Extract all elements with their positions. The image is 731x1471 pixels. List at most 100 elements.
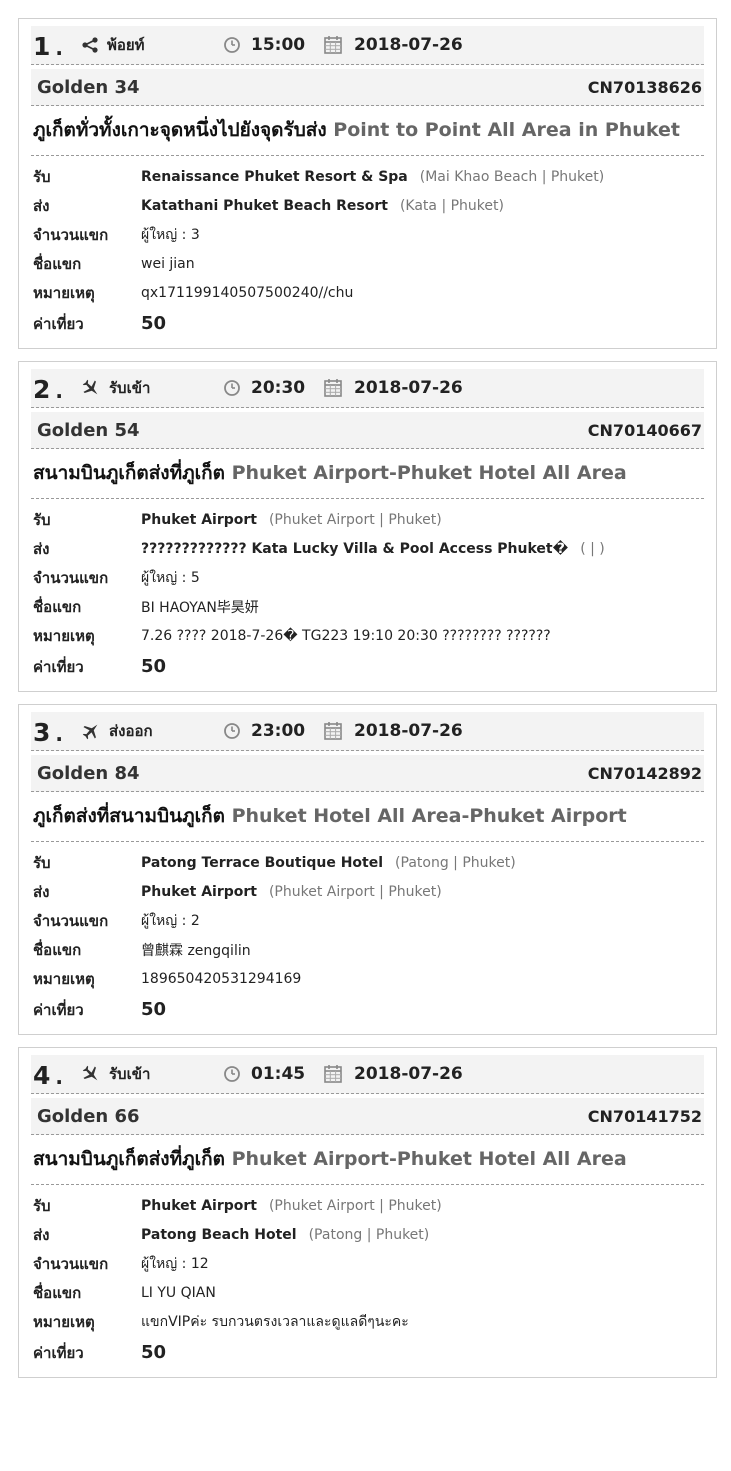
job-time-value: 15:00 xyxy=(251,35,306,55)
job-details: รับ Renaissance Phuket Resort & Spa (Mai … xyxy=(31,156,704,340)
note-value: qx171199140507500240//chu xyxy=(141,284,354,301)
pickup-location: (Mai Khao Beach | Phuket) xyxy=(419,168,605,185)
job-card[interactable]: 3. ส่งออก 23:00 2018-07-26 Golden 84 CN7… xyxy=(18,704,717,1035)
route-title-en: Point to Point All Area in Phuket xyxy=(333,119,680,141)
guests-row: จำนวนแขก ผู้ใหญ่ : 12 xyxy=(31,1249,704,1278)
guest-name-label: ชื่อแขก xyxy=(33,1283,82,1302)
job-number: 3. xyxy=(33,718,65,747)
dropoff-location: (Patong | Phuket) xyxy=(308,1226,430,1243)
dropoff-row: ส่ง Patong Beach Hotel (Patong | Phuket) xyxy=(31,1220,704,1249)
job-date: 2018-07-26 xyxy=(323,721,463,741)
job-type-label: รับเข้า xyxy=(109,379,151,397)
job-type: พ้อยท์ xyxy=(81,33,223,57)
note-value: แขกVIPค่ะ รบกวนตรงเวลาและดูแลดีๆนะคะ xyxy=(141,1313,409,1330)
pickup-row: รับ Phuket Airport (Phuket Airport | Phuk… xyxy=(31,505,704,534)
guest-name-label: ชื่อแขก xyxy=(33,254,82,273)
job-date-value: 2018-07-26 xyxy=(354,378,463,398)
dropoff-row: ส่ง Phuket Airport (Phuket Airport | Phuk… xyxy=(31,877,704,906)
guest-name-label: ชื่อแขก xyxy=(33,940,82,959)
pickup-row: รับ Patong Terrace Boutique Hotel (Patong… xyxy=(31,848,704,877)
guests-value: ผู้ใหญ่ : 12 xyxy=(141,1255,209,1272)
guest-name-label: ชื่อแขก xyxy=(33,597,82,616)
job-time-value: 23:00 xyxy=(251,721,306,741)
job-type: ส่งออก xyxy=(81,719,223,743)
guest-name-row: ชื่อแขก BI HAOYAN毕昊妍 xyxy=(31,592,704,621)
dropoff-name: Phuket Airport xyxy=(141,883,257,900)
job-card[interactable]: 1. พ้อยท์ 15:00 2018-07-26 Golden 34 CN7… xyxy=(18,18,717,349)
job-type-label: พ้อยท์ xyxy=(107,36,145,54)
guest-name-value: wei jian xyxy=(141,255,195,272)
guest-name-value: BI HAOYAN毕昊妍 xyxy=(141,599,259,616)
vehicle-bar: Golden 34 CN70138626 xyxy=(31,69,704,106)
clock-icon xyxy=(224,380,240,396)
vehicle-name: Golden 66 xyxy=(37,1105,140,1127)
booking-code[interactable]: CN70142892 xyxy=(588,764,702,783)
job-card[interactable]: 2. รับเข้า 20:30 2018-07-26 Golden 54 CN… xyxy=(18,361,717,692)
calendar-icon xyxy=(324,36,342,54)
job-details: รับ Patong Terrace Boutique Hotel (Patong… xyxy=(31,842,704,1026)
job-time: 20:30 xyxy=(223,378,323,398)
dropoff-label: ส่ง xyxy=(33,1225,50,1244)
fare-label: ค่าเที่ยว xyxy=(33,1343,84,1362)
dropoff-location: (Phuket Airport | Phuket) xyxy=(268,883,442,900)
note-label: หมายเหตุ xyxy=(33,1312,95,1331)
vehicle-name: Golden 34 xyxy=(37,76,140,98)
job-number: 4. xyxy=(33,1061,65,1090)
pickup-label: รับ xyxy=(33,1196,51,1215)
job-number: 2. xyxy=(33,375,65,404)
job-date-value: 2018-07-26 xyxy=(354,35,463,55)
route-title-en: Phuket Hotel All Area-Phuket Airport xyxy=(231,805,627,827)
note-label: หมายเหตุ xyxy=(33,626,95,645)
job-date: 2018-07-26 xyxy=(323,35,463,55)
fare-label: ค่าเที่ยว xyxy=(33,657,84,676)
job-time-value: 20:30 xyxy=(251,378,306,398)
route-title: ภูเก็ตทั่วทั้งเกาะจุดหนึ่งไปยังจุดรับส่ง… xyxy=(31,106,704,156)
note-label: หมายเหตุ xyxy=(33,969,95,988)
vehicle-name: Golden 84 xyxy=(37,762,140,784)
booking-code[interactable]: CN70141752 xyxy=(588,1107,702,1126)
job-date: 2018-07-26 xyxy=(323,378,463,398)
note-value: 189650420531294169 xyxy=(141,970,302,987)
guest-name-row: ชื่อแขก wei jian xyxy=(31,249,704,278)
vehicle-bar: Golden 84 CN70142892 xyxy=(31,755,704,792)
booking-code[interactable]: CN70140667 xyxy=(588,421,702,440)
route-title-th: ภูเก็ตทั่วทั้งเกาะจุดหนึ่งไปยังจุดรับส่ง xyxy=(33,119,327,141)
guests-label: จำนวนแขก xyxy=(33,911,109,930)
fare-row: ค่าเที่ยว 50 xyxy=(31,993,704,1026)
job-card[interactable]: 4. รับเข้า 01:45 2018-07-26 Golden 66 CN… xyxy=(18,1047,717,1378)
note-label: หมายเหตุ xyxy=(33,283,95,302)
clock-icon xyxy=(224,723,240,739)
dropoff-name: ????????????? Kata Lucky Villa & Pool Ac… xyxy=(141,540,569,557)
job-header: 1. พ้อยท์ 15:00 2018-07-26 xyxy=(31,26,704,65)
pickup-row: รับ Phuket Airport (Phuket Airport | Phuk… xyxy=(31,1191,704,1220)
route-title-en: Phuket Airport-Phuket Hotel All Area xyxy=(231,462,627,484)
clock-icon xyxy=(224,1066,240,1082)
job-header: 3. ส่งออก 23:00 2018-07-26 xyxy=(31,712,704,751)
guests-row: จำนวนแขก ผู้ใหญ่ : 5 xyxy=(31,563,704,592)
job-type: รับเข้า xyxy=(81,376,223,400)
calendar-icon xyxy=(324,722,342,740)
guests-row: จำนวนแขก ผู้ใหญ่ : 3 xyxy=(31,220,704,249)
route-title-th: สนามบินภูเก็ตส่งที่ภูเก็ต xyxy=(33,462,225,484)
guest-name-row: ชื่อแขก LI YU QIAN xyxy=(31,1278,704,1307)
job-type: รับเข้า xyxy=(81,1062,223,1086)
job-type-label: ส่งออก xyxy=(109,722,153,740)
calendar-icon xyxy=(324,379,342,397)
guest-name-row: ชื่อแขก 曾麒霖 zengqilin xyxy=(31,935,704,964)
job-number: 1. xyxy=(33,32,65,61)
job-list: 1. พ้อยท์ 15:00 2018-07-26 Golden 34 CN7… xyxy=(0,0,731,1378)
guests-value: ผู้ใหญ่ : 5 xyxy=(141,569,200,586)
pickup-name: Patong Terrace Boutique Hotel xyxy=(141,854,384,871)
note-row: หมายเหตุ qx171199140507500240//chu xyxy=(31,278,704,307)
booking-code[interactable]: CN70138626 xyxy=(588,78,702,97)
plane-departure-icon xyxy=(82,724,98,740)
guests-row: จำนวนแขก ผู้ใหญ่ : 2 xyxy=(31,906,704,935)
pickup-name: Phuket Airport xyxy=(141,511,257,528)
route-title-th: ภูเก็ตส่งที่สนามบินภูเก็ต xyxy=(33,805,225,827)
guests-label: จำนวนแขก xyxy=(33,225,109,244)
vehicle-name: Golden 54 xyxy=(37,419,140,441)
job-time: 01:45 xyxy=(223,1064,323,1084)
job-time: 15:00 xyxy=(223,35,323,55)
note-row: หมายเหตุ 7.26 ???? 2018-7-26� TG223 19:1… xyxy=(31,621,704,650)
job-date-value: 2018-07-26 xyxy=(354,1064,463,1084)
